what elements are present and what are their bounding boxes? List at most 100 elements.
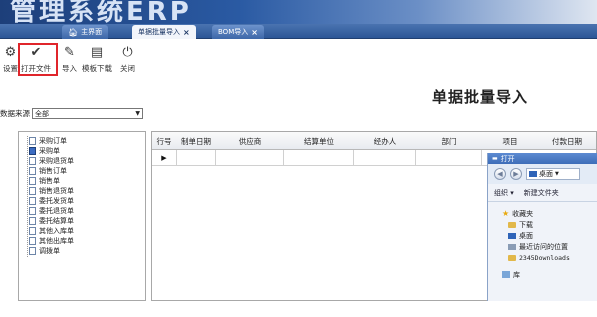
column-header[interactable]: 制单日期 <box>176 132 216 150</box>
tab-bom-import-label: BOM导入 <box>218 28 249 36</box>
tab-batch-import-label: 单据批量导入 <box>138 28 180 36</box>
back-icon[interactable]: ◀ <box>494 168 506 180</box>
home-icon: 🏠︎ <box>68 27 79 37</box>
tree-item-consign-delivery[interactable]: 委托发货单 <box>29 196 74 206</box>
open-file-dialog: ▬ 打开 ◀ ▶ 桌面 ▼ 组织 ▾ 新建文件夹 ★ 收藏夹 下载 桌面 最近访… <box>487 153 597 301</box>
document-icon <box>29 177 36 185</box>
dialog-nav-bar: ◀ ▶ 桌面 ▼ <box>488 164 597 184</box>
source-filter: 数据来源 全部 ▼ <box>0 108 143 119</box>
page-title: 单据批量导入 <box>432 88 529 106</box>
nav-item-2345downloads[interactable]: 2345Downloads <box>502 252 597 263</box>
nav-item-downloads[interactable]: 下载 <box>502 219 597 230</box>
folder-icon <box>508 221 516 228</box>
import-label: 导入 <box>62 64 77 73</box>
nav-item-desktop[interactable]: 桌面 <box>502 230 597 241</box>
tree-item-purchase-return[interactable]: 采购退货单 <box>29 156 74 166</box>
column-header[interactable]: 项目 <box>482 132 538 150</box>
column-header[interactable]: 供应商 <box>216 132 284 150</box>
nav-item-label: 库 <box>513 270 520 279</box>
document-icon <box>29 207 36 215</box>
tree-item-other-outbound[interactable]: 其他出库单 <box>29 236 74 246</box>
row-indicator-icon: ▶ <box>161 154 167 162</box>
nav-item-favorites[interactable]: ★ 收藏夹 <box>502 208 597 219</box>
settings-label: 设置 <box>3 64 18 73</box>
tree-item-purchase[interactable]: 采购单 <box>29 146 60 156</box>
settings-button[interactable]: ⚙ 设置 <box>3 45 18 74</box>
nav-item-label: 桌面 <box>519 231 533 240</box>
tree-item-label: 委托发货单 <box>39 197 74 205</box>
nav-item-label: 2345Downloads <box>519 253 570 262</box>
import-button[interactable]: ✎ 导入 <box>62 45 77 74</box>
nav-item-label: 收藏夹 <box>512 209 534 218</box>
library-icon <box>502 271 510 278</box>
new-folder-button[interactable]: 新建文件夹 <box>524 188 559 198</box>
table-cell[interactable] <box>216 150 284 166</box>
nav-item-recent[interactable]: 最近访问的位置 <box>502 241 597 252</box>
organize-menu[interactable]: 组织 ▾ <box>494 188 514 198</box>
document-type-tree: 采购订单 采购单 采购退货单 销售订单 销售单 销售退货单 委托发货单 委托退货… <box>18 131 146 301</box>
forward-icon[interactable]: ▶ <box>510 168 522 180</box>
document-icon <box>29 147 36 155</box>
column-header[interactable]: 付款日期 <box>538 132 596 150</box>
table-header: 行号 制单日期 供应商 结算单位 经办人 部门 项目 付款日期 <box>152 132 596 150</box>
desktop-icon <box>508 232 516 239</box>
template-download-label: 模板下载 <box>82 64 112 73</box>
template-download-button[interactable]: ▤ 模板下载 <box>82 45 112 74</box>
tab-home[interactable]: 🏠︎ 主界面 <box>62 25 109 39</box>
star-icon: ★ <box>502 209 510 218</box>
tree-item-purchase-order[interactable]: 采购订单 <box>29 136 67 146</box>
gear-icon: ⚙ <box>4 45 17 60</box>
document-icon <box>29 247 36 255</box>
document-icon <box>29 137 36 145</box>
address-value: 桌面 <box>539 170 553 178</box>
tree-item-consign-return[interactable]: 委托退货单 <box>29 206 74 216</box>
source-select[interactable]: 全部 ▼ <box>32 108 143 119</box>
tree-connector <box>27 136 28 258</box>
column-header[interactable]: 结算单位 <box>284 132 354 150</box>
close-button[interactable]: ⏻ 关闭 <box>120 45 135 74</box>
power-icon: ⏻ <box>122 45 133 60</box>
column-header[interactable]: 行号 <box>152 132 176 150</box>
chevron-down-icon: ▼ <box>555 171 559 177</box>
tree-item-label: 委托结算单 <box>39 217 74 225</box>
recent-icon <box>508 243 516 250</box>
tree-item-label: 采购单 <box>39 147 60 155</box>
tree-item-other-inbound[interactable]: 其他入库单 <box>29 226 74 236</box>
printer-icon: ▤ <box>90 45 104 60</box>
column-header[interactable]: 经办人 <box>354 132 416 150</box>
tab-bom-import[interactable]: BOM导入 × <box>212 25 264 39</box>
tree-item-label: 销售单 <box>39 177 60 185</box>
table-cell[interactable] <box>176 150 216 166</box>
tree-item-sales-order[interactable]: 销售订单 <box>29 166 67 176</box>
tree-item-sales[interactable]: 销售单 <box>29 176 60 186</box>
document-icon <box>29 187 36 195</box>
table-cell[interactable] <box>284 150 354 166</box>
toolbar: ⚙ 设置 ✔ 打开文件 ✎ 导入 ▤ 模板下载 ⏻ 关闭 <box>0 39 597 79</box>
tab-batch-import[interactable]: 单据批量导入 × <box>132 25 196 39</box>
nav-item-libraries[interactable]: 库 <box>502 269 597 280</box>
source-label: 数据来源 <box>0 109 30 118</box>
document-icon <box>29 217 36 225</box>
dialog-nav-pane: ★ 收藏夹 下载 桌面 最近访问的位置 2345Downloads 库 <box>488 202 597 280</box>
tree-item-label: 采购订单 <box>39 137 67 145</box>
close-icon[interactable]: × <box>183 28 190 37</box>
tree-item-label: 销售订单 <box>39 167 67 175</box>
tree-item-consign-settlement[interactable]: 委托结算单 <box>29 216 74 226</box>
tree-item-label: 委托退货单 <box>39 207 74 215</box>
table-cell[interactable] <box>354 150 416 166</box>
tree-item-label: 其他出库单 <box>39 237 74 245</box>
document-icon <box>29 227 36 235</box>
tree-item-transfer[interactable]: 调拨单 <box>29 246 60 256</box>
desktop-icon <box>529 171 537 177</box>
document-icon <box>29 197 36 205</box>
tab-home-label: 主界面 <box>81 28 103 36</box>
tree-item-sales-return[interactable]: 销售退货单 <box>29 186 74 196</box>
close-icon[interactable]: × <box>251 28 258 37</box>
table-cell[interactable] <box>416 150 482 166</box>
address-bar[interactable]: 桌面 ▼ <box>526 168 580 180</box>
dialog-icon: ▬ <box>492 155 498 162</box>
document-icon <box>29 237 36 245</box>
chevron-down-icon: ▼ <box>135 110 140 117</box>
app-title: 管理系统ERP <box>10 0 192 24</box>
column-header[interactable]: 部门 <box>416 132 482 150</box>
